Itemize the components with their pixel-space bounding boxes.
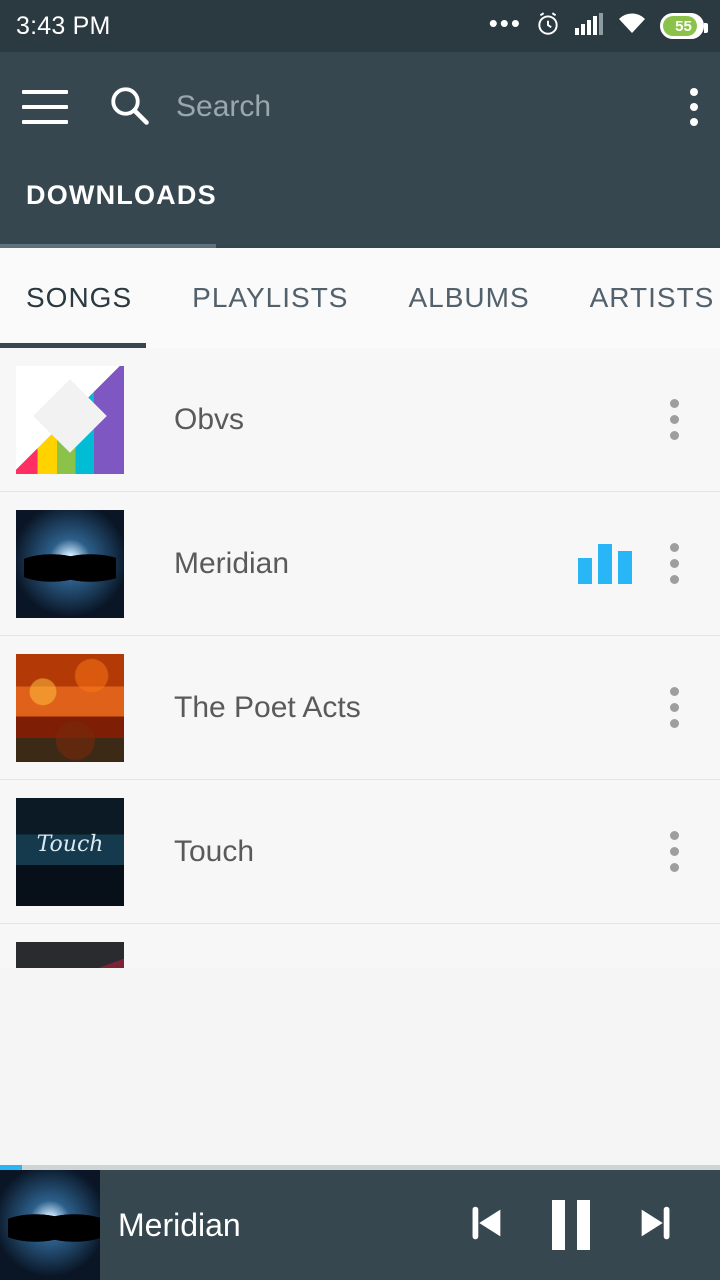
status-time: 3:43 PM xyxy=(16,11,111,40)
skip-previous-icon[interactable] xyxy=(462,1200,508,1251)
hamburger-menu-icon[interactable] xyxy=(22,90,68,124)
app-screen: 3:43 PM ••• 55 Search DOWNLOADS SONGS PL… xyxy=(0,0,720,1280)
more-dots-icon: ••• xyxy=(488,8,522,38)
equalizer-playing-icon xyxy=(578,543,632,584)
album-art xyxy=(16,653,124,762)
song-title: Obvs xyxy=(174,402,245,436)
skip-next-icon[interactable] xyxy=(634,1200,680,1251)
album-art xyxy=(16,797,124,906)
song-title: The Poet Acts xyxy=(174,690,361,724)
status-icon-group: ••• 55 xyxy=(488,8,708,42)
overflow-menu-icon[interactable] xyxy=(690,88,698,126)
playback-controls xyxy=(462,1200,680,1251)
list-item[interactable]: Meridian xyxy=(0,492,720,636)
list-item[interactable]: Obvs xyxy=(0,348,720,492)
tab-artists[interactable]: ARTISTS xyxy=(560,248,720,348)
status-bar: 3:43 PM ••• 55 xyxy=(0,0,720,52)
album-art xyxy=(16,365,124,474)
overflow-menu-icon[interactable] xyxy=(669,399,679,440)
list-item[interactable]: vevo Fantasy xyxy=(0,924,720,968)
overflow-menu-icon[interactable] xyxy=(669,831,679,872)
list-item[interactable]: The Poet Acts xyxy=(0,636,720,780)
now-playing-album-art xyxy=(0,1170,100,1280)
search-icon[interactable] xyxy=(108,84,150,131)
tab-albums[interactable]: ALBUMS xyxy=(378,248,559,348)
song-title: Touch xyxy=(174,834,255,868)
battery-percent: 55 xyxy=(675,17,692,35)
pause-icon[interactable] xyxy=(552,1200,590,1250)
list-item[interactable]: Touch xyxy=(0,780,720,924)
tab-songs[interactable]: SONGS xyxy=(0,248,162,348)
battery-icon: 55 xyxy=(660,13,708,39)
now-playing-bar[interactable]: Meridian xyxy=(0,1170,720,1280)
album-art xyxy=(16,509,124,618)
page-title: DOWNLOADS xyxy=(26,180,217,210)
overflow-menu-icon[interactable] xyxy=(669,543,679,584)
album-art: vevo xyxy=(16,941,124,968)
signal-icon xyxy=(574,12,604,41)
tab-playlists[interactable]: PLAYLISTS xyxy=(162,248,378,348)
app-bar: DOWNLOADS xyxy=(0,52,720,248)
alarm-clock-icon xyxy=(535,11,561,42)
now-playing-title: Meridian xyxy=(118,1206,241,1243)
search-input[interactable] xyxy=(176,90,680,124)
song-list[interactable]: Obvs Meridian The Poet Acts Touch vevo F… xyxy=(0,348,720,968)
wifi-icon xyxy=(617,12,647,41)
overflow-menu-icon[interactable] xyxy=(669,687,679,728)
tab-bar: SONGS PLAYLISTS ALBUMS ARTISTS GE xyxy=(0,248,720,348)
song-title: Meridian xyxy=(174,546,290,580)
